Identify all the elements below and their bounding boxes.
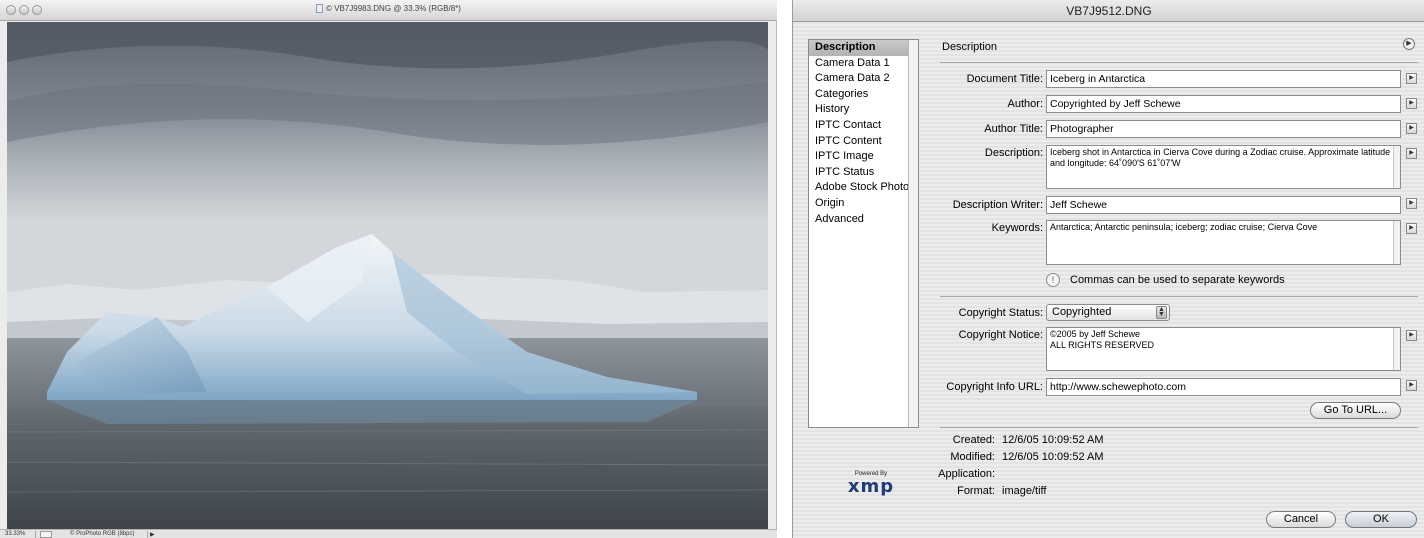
copyright-url-history-dropdown[interactable]: ▶ [1406, 380, 1417, 391]
keywords-scrollbar[interactable] [1393, 221, 1400, 264]
category-list-scrollbar[interactable] [908, 40, 918, 427]
author-label: Author: [1007, 98, 1043, 110]
category-item[interactable]: IPTC Status [809, 165, 918, 181]
image-window-title: © VB7J9983.DNG @ 33.3% (RGB/8*) [0, 4, 777, 13]
category-item[interactable]: Description [809, 40, 918, 56]
category-item[interactable]: IPTC Image [809, 149, 918, 165]
application-label: Application: [938, 468, 995, 480]
copyright-notice-line2: ALL RIGHTS RESERVED [1050, 340, 1155, 350]
quick-mask-icon[interactable] [40, 531, 52, 538]
copyright-notice-scrollbar[interactable] [1393, 328, 1400, 370]
format-label: Format: [957, 485, 995, 497]
category-item[interactable]: Camera Data 1 [809, 56, 918, 72]
divider [940, 296, 1418, 297]
author-title-label: Author Title: [984, 123, 1043, 135]
copyright-status-select[interactable]: Copyrighted ▲ ▼ [1046, 304, 1170, 321]
copyright-notice-line1: ©2005 by Jeff Schewe [1050, 329, 1141, 339]
color-profile-label: © ProPhoto RGB (8bpc) [60, 531, 148, 538]
image-window-title-text: © VB7J9983.DNG @ 33.3% (RGB/8*) [326, 4, 461, 13]
category-item[interactable]: History [809, 102, 918, 118]
document-title-label: Document Title: [966, 73, 1043, 85]
category-items: Description Camera Data 1 Camera Data 2 Cat… [809, 40, 918, 227]
category-list: Description Camera Data 1 Camera Data 2 Cat… [808, 39, 919, 428]
author-field[interactable]: Copyrighted by Jeff Schewe [1046, 95, 1401, 113]
cancel-button[interactable]: Cancel [1266, 511, 1336, 528]
ok-button[interactable]: OK [1345, 511, 1417, 528]
copyright-notice-label: Copyright Notice: [958, 329, 1043, 341]
description-text: Iceberg shot in Antarctica in Cierva Cov… [1050, 147, 1391, 168]
description-field[interactable]: Iceberg shot in Antarctica in Cierva Cov… [1046, 145, 1401, 189]
keywords-label: Keywords: [991, 222, 1043, 234]
keywords-field[interactable]: Antarctica; Antarctic peninsula; iceberg… [1046, 220, 1401, 265]
document-proxy-icon[interactable] [316, 4, 324, 13]
keywords-history-dropdown[interactable]: ▶ [1406, 223, 1417, 234]
description-writer-history-dropdown[interactable]: ▶ [1406, 198, 1417, 209]
document-title-history-dropdown[interactable]: ▶ [1406, 73, 1417, 84]
description-label: Description: [984, 147, 1043, 159]
category-item[interactable]: Camera Data 2 [809, 71, 918, 87]
copyright-notice-field[interactable]: ©2005 by Jeff Schewe ALL RIGHTS RESERVED [1046, 327, 1401, 371]
description-writer-field[interactable]: Jeff Schewe [1046, 196, 1401, 214]
copyright-url-label: Copyright Info URL: [946, 381, 1043, 393]
panel-title: Description [942, 41, 998, 53]
author-title-field[interactable]: Photographer [1046, 120, 1401, 138]
category-item[interactable]: Advanced [809, 212, 918, 228]
copyright-url-field[interactable]: http://www.schewephoto.com [1046, 378, 1401, 396]
category-item[interactable]: Categories [809, 87, 918, 103]
status-menu-arrow-icon[interactable]: ▶ [150, 531, 157, 538]
author-history-dropdown[interactable]: ▶ [1406, 98, 1417, 109]
document-title-field[interactable]: Iceberg in Antarctica [1046, 70, 1401, 88]
image-status-bar: 33.33% © ProPhoto RGB (8bpc) ▶ [0, 529, 777, 538]
panel-menu-icon[interactable]: ▶ [1403, 38, 1415, 50]
copyright-status-label: Copyright Status: [958, 307, 1043, 319]
category-item[interactable]: IPTC Content [809, 134, 918, 150]
description-scrollbar[interactable] [1393, 146, 1400, 188]
category-item[interactable]: Origin [809, 196, 918, 212]
dialog-title: VB7J9512.DNG [793, 0, 1424, 22]
keywords-hint: Commas can be used to separate keywords [1070, 274, 1285, 286]
image-window-titlebar[interactable]: © VB7J9983.DNG @ 33.3% (RGB/8*) [0, 0, 777, 21]
copyright-status-value: Copyrighted [1052, 306, 1112, 318]
description-history-dropdown[interactable]: ▶ [1406, 148, 1417, 159]
description-writer-label: Description Writer: [952, 199, 1043, 211]
created-value: 12/6/05 10:09:52 AM [1002, 434, 1104, 446]
image-document-window: © VB7J9983.DNG @ 33.3% (RGB/8*) 33.33% ©… [0, 0, 777, 538]
select-stepper-icon: ▲ ▼ [1156, 306, 1167, 319]
author-title-history-dropdown[interactable]: ▶ [1406, 123, 1417, 134]
created-label: Created: [952, 434, 995, 446]
divider [940, 427, 1418, 428]
zoom-level-field[interactable]: 33.33% [2, 531, 36, 538]
file-info-dialog: VB7J9512.DNG Description Camera Data 1 Cam… [792, 0, 1424, 538]
keywords-text: Antarctica; Antarctic peninsula; iceberg… [1050, 222, 1318, 232]
copyright-notice-history-dropdown[interactable]: ▶ [1406, 330, 1417, 341]
category-item[interactable]: Adobe Stock Photos [809, 180, 918, 196]
info-icon: ! [1046, 273, 1060, 287]
go-to-url-button[interactable]: Go To URL... [1310, 402, 1401, 419]
modified-label: Modified: [950, 451, 995, 463]
category-item[interactable]: IPTC Contact [809, 118, 918, 134]
modified-value: 12/6/05 10:09:52 AM [1002, 451, 1104, 463]
xmp-wordmark: xmp [847, 476, 895, 497]
iceberg-photo[interactable] [7, 22, 768, 529]
xmp-logo: Powered By xmp [841, 470, 901, 496]
divider [940, 62, 1418, 63]
format-value: image/tiff [1002, 485, 1047, 497]
